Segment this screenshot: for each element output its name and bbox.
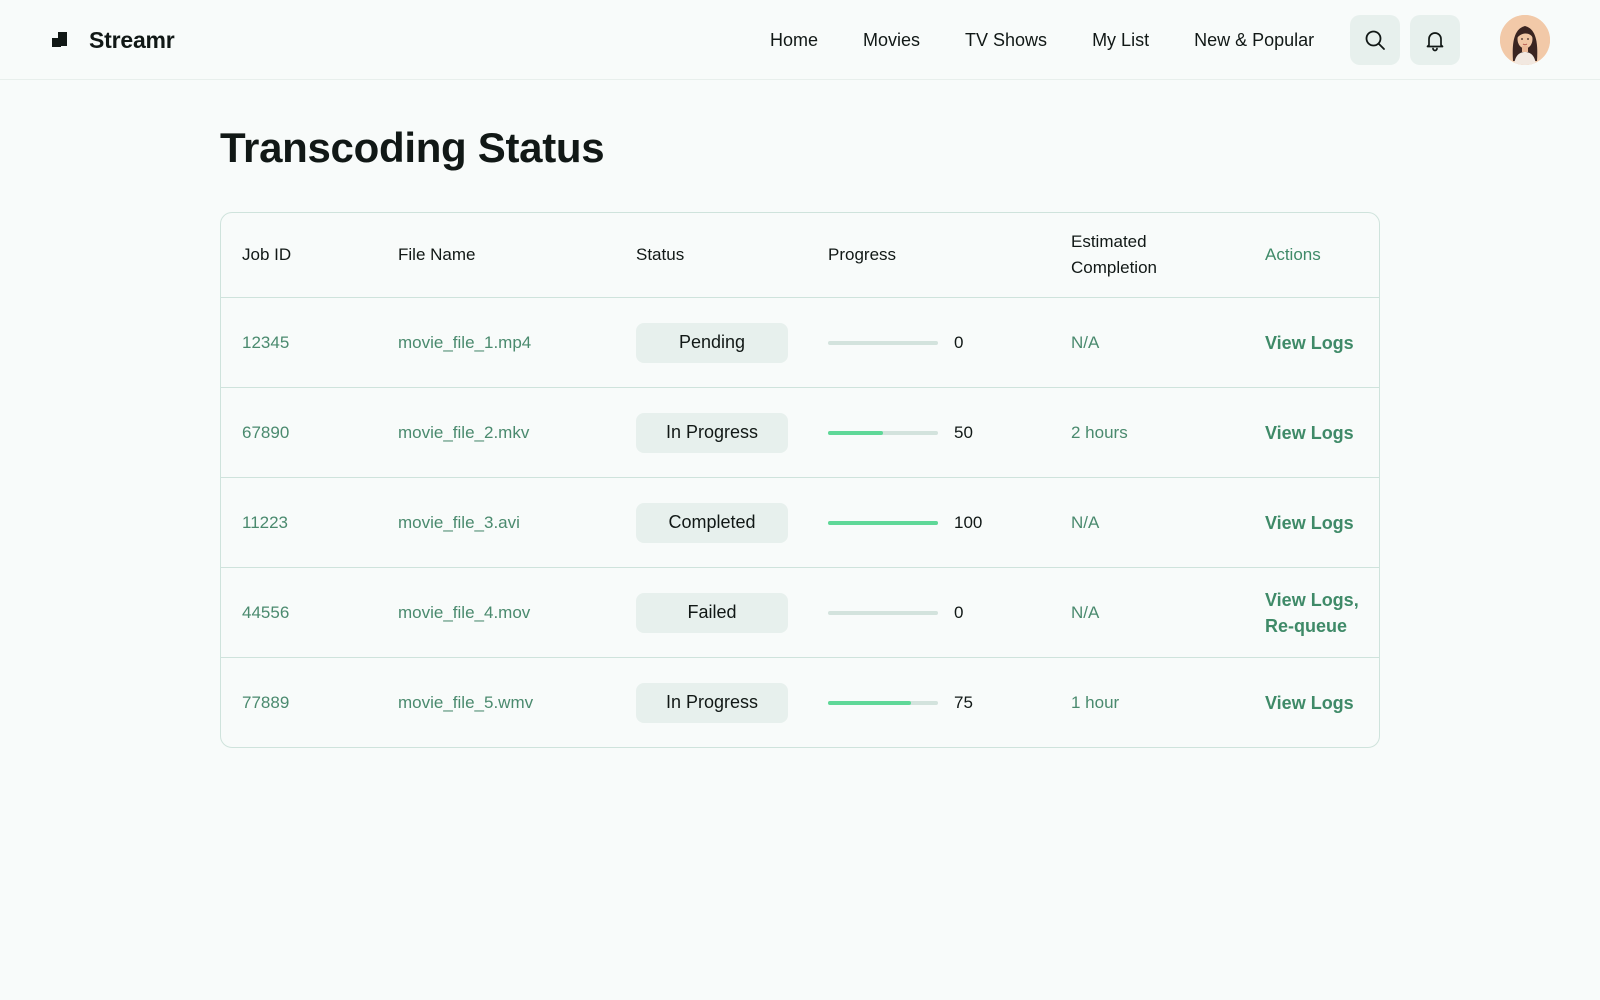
file-name: movie_file_4.mov	[398, 602, 531, 622]
nav-item-my-list[interactable]: My List	[1092, 30, 1149, 51]
status-cell: Completed	[636, 478, 788, 567]
user-avatar[interactable]	[1500, 15, 1550, 65]
main-nav: Home Movies TV Shows My List New & Popul…	[770, 27, 1314, 53]
progress-cell: 50	[828, 388, 973, 477]
header-status: Status	[636, 245, 685, 264]
view-logs-link[interactable]: View Logs,	[1265, 587, 1359, 613]
brand[interactable]: Streamr	[52, 26, 175, 54]
progress-bar	[828, 340, 938, 345]
search-button[interactable]	[1350, 15, 1400, 65]
job-id: 12345	[242, 332, 290, 352]
status-badge: Pending	[636, 322, 788, 363]
nav-item-movies[interactable]: Movies	[863, 30, 920, 51]
header-estimated-completion: Estimated Completion	[1071, 213, 1231, 297]
estimated-completion: N/A	[1071, 512, 1100, 532]
streamr-logo-icon	[52, 31, 68, 49]
progress-fill	[828, 430, 883, 435]
nav-item-tv-shows[interactable]: TV Shows	[965, 30, 1047, 51]
header-progress: Progress	[828, 245, 897, 264]
transcoding-jobs-table: Job ID File Name Status Progress Estimat…	[220, 212, 1380, 748]
status-badge: Failed	[636, 592, 788, 633]
file-name: movie_file_2.mkv	[398, 422, 530, 442]
table-row: 67890 movie_file_2.mkv In Progress 50 2 …	[221, 387, 1379, 477]
table-row: 12345 movie_file_1.mp4 Pending 0 N/A Vie…	[221, 297, 1379, 387]
nav-item-home[interactable]: Home	[770, 30, 818, 51]
progress-value: 100	[954, 512, 983, 532]
estimated-completion: N/A	[1071, 332, 1100, 352]
progress-value: 75	[954, 692, 973, 712]
estimated-completion: N/A	[1071, 602, 1100, 622]
table-row: 44556 movie_file_4.mov Failed 0 N/A View…	[221, 567, 1379, 657]
actions-cell: View Logs	[1265, 658, 1375, 747]
job-id: 44556	[242, 602, 290, 622]
view-logs-link[interactable]: View Logs	[1265, 420, 1354, 446]
progress-cell: 100	[828, 478, 982, 567]
table-row: 77889 movie_file_5.wmv In Progress 75 1 …	[221, 657, 1379, 747]
actions-cell: View Logs	[1265, 478, 1375, 567]
file-name: movie_file_5.wmv	[398, 692, 534, 712]
file-name: movie_file_1.mp4	[398, 332, 532, 352]
status-cell: In Progress	[636, 658, 788, 747]
search-icon	[1365, 30, 1385, 50]
status-badge: In Progress	[636, 412, 788, 453]
table-row: 11223 movie_file_3.avi Completed 100 N/A…	[221, 477, 1379, 567]
page-title: Transcoding Status	[220, 124, 605, 171]
progress-bar	[828, 520, 938, 525]
header-eta-line1: Estimated	[1071, 232, 1147, 251]
nav-item-new-popular[interactable]: New & Popular	[1194, 30, 1314, 51]
job-id: 77889	[242, 692, 290, 712]
progress-value: 50	[954, 422, 973, 442]
top-navigation-bar: Streamr Home Movies TV Shows My List New…	[0, 0, 1600, 80]
brand-name: Streamr	[89, 26, 175, 53]
actions-cell: View Logs, Re-queue	[1265, 568, 1375, 657]
actions-cell: View Logs	[1265, 298, 1375, 387]
progress-cell: 0	[828, 298, 963, 387]
estimated-completion: 2 hours	[1071, 422, 1128, 442]
progress-fill	[828, 700, 911, 705]
status-cell: In Progress	[636, 388, 788, 477]
header-file-name: File Name	[398, 245, 476, 264]
header-job-id: Job ID	[242, 245, 292, 264]
progress-cell: 0	[828, 568, 963, 657]
view-logs-link[interactable]: View Logs	[1265, 510, 1354, 536]
notifications-button[interactable]	[1410, 15, 1460, 65]
progress-cell: 75	[828, 658, 973, 747]
status-badge: Completed	[636, 502, 788, 543]
header-actions: Actions	[1265, 245, 1321, 264]
re-queue-link[interactable]: Re-queue	[1265, 613, 1359, 639]
view-logs-link[interactable]: View Logs	[1265, 690, 1354, 716]
status-cell: Failed	[636, 568, 788, 657]
table-header-row: Job ID File Name Status Progress Estimat…	[221, 213, 1379, 297]
header-eta-line2: Completion	[1071, 258, 1157, 277]
progress-bar	[828, 610, 938, 615]
avatar-portrait-icon	[1500, 15, 1550, 65]
bell-icon	[1426, 32, 1444, 52]
job-id: 67890	[242, 422, 290, 442]
status-cell: Pending	[636, 298, 788, 387]
actions-cell: View Logs	[1265, 388, 1375, 477]
status-badge: In Progress	[636, 682, 788, 723]
progress-value: 0	[954, 332, 964, 352]
file-name: movie_file_3.avi	[398, 512, 520, 532]
view-logs-link[interactable]: View Logs	[1265, 330, 1354, 356]
job-id: 11223	[242, 512, 289, 532]
progress-fill	[828, 520, 938, 525]
estimated-completion: 1 hour	[1071, 692, 1120, 712]
progress-bar	[828, 430, 938, 435]
progress-bar	[828, 700, 938, 705]
progress-value: 0	[954, 602, 964, 622]
